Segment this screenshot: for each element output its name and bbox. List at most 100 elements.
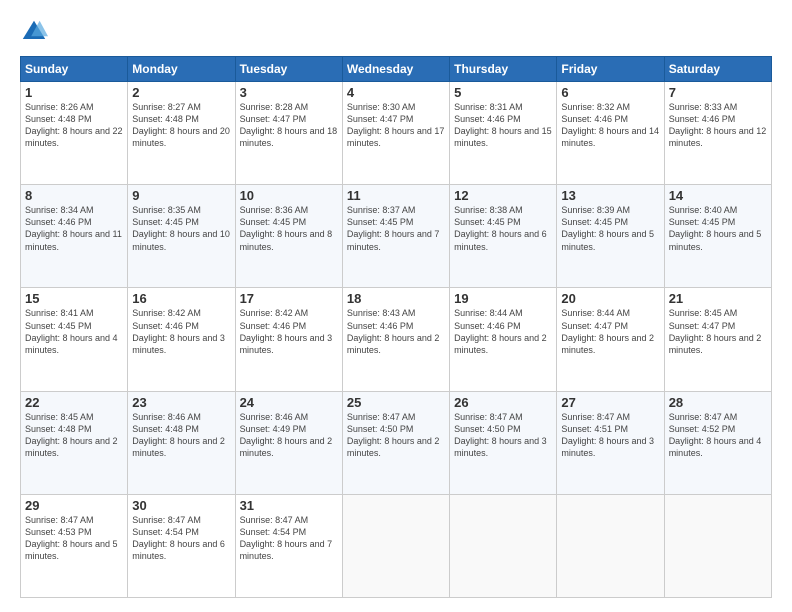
day-info: Sunrise: 8:46 AM Sunset: 4:48 PM Dayligh…	[132, 411, 230, 460]
day-info: Sunrise: 8:31 AM Sunset: 4:46 PM Dayligh…	[454, 101, 552, 150]
day-cell: 3 Sunrise: 8:28 AM Sunset: 4:47 PM Dayli…	[235, 82, 342, 185]
day-cell: 12 Sunrise: 8:38 AM Sunset: 4:45 PM Dayl…	[450, 185, 557, 288]
day-info: Sunrise: 8:30 AM Sunset: 4:47 PM Dayligh…	[347, 101, 445, 150]
day-cell: 8 Sunrise: 8:34 AM Sunset: 4:46 PM Dayli…	[21, 185, 128, 288]
day-number: 26	[454, 395, 552, 410]
day-number: 9	[132, 188, 230, 203]
day-info: Sunrise: 8:47 AM Sunset: 4:50 PM Dayligh…	[347, 411, 445, 460]
day-cell: 24 Sunrise: 8:46 AM Sunset: 4:49 PM Dayl…	[235, 391, 342, 494]
calendar-table: SundayMondayTuesdayWednesdayThursdayFrid…	[20, 56, 772, 598]
header	[20, 18, 772, 46]
day-info: Sunrise: 8:32 AM Sunset: 4:46 PM Dayligh…	[561, 101, 659, 150]
logo-icon	[20, 18, 48, 46]
day-cell	[342, 494, 449, 597]
day-cell: 31 Sunrise: 8:47 AM Sunset: 4:54 PM Dayl…	[235, 494, 342, 597]
day-number: 1	[25, 85, 123, 100]
day-number: 4	[347, 85, 445, 100]
day-info: Sunrise: 8:28 AM Sunset: 4:47 PM Dayligh…	[240, 101, 338, 150]
day-cell: 29 Sunrise: 8:47 AM Sunset: 4:53 PM Dayl…	[21, 494, 128, 597]
day-number: 15	[25, 291, 123, 306]
day-number: 24	[240, 395, 338, 410]
day-cell: 13 Sunrise: 8:39 AM Sunset: 4:45 PM Dayl…	[557, 185, 664, 288]
day-cell: 16 Sunrise: 8:42 AM Sunset: 4:46 PM Dayl…	[128, 288, 235, 391]
day-cell: 21 Sunrise: 8:45 AM Sunset: 4:47 PM Dayl…	[664, 288, 771, 391]
day-number: 29	[25, 498, 123, 513]
day-info: Sunrise: 8:33 AM Sunset: 4:46 PM Dayligh…	[669, 101, 767, 150]
day-cell: 9 Sunrise: 8:35 AM Sunset: 4:45 PM Dayli…	[128, 185, 235, 288]
day-cell: 18 Sunrise: 8:43 AM Sunset: 4:46 PM Dayl…	[342, 288, 449, 391]
day-number: 5	[454, 85, 552, 100]
day-cell: 2 Sunrise: 8:27 AM Sunset: 4:48 PM Dayli…	[128, 82, 235, 185]
day-cell: 19 Sunrise: 8:44 AM Sunset: 4:46 PM Dayl…	[450, 288, 557, 391]
week-row-5: 29 Sunrise: 8:47 AM Sunset: 4:53 PM Dayl…	[21, 494, 772, 597]
week-row-1: 1 Sunrise: 8:26 AM Sunset: 4:48 PM Dayli…	[21, 82, 772, 185]
day-cell: 25 Sunrise: 8:47 AM Sunset: 4:50 PM Dayl…	[342, 391, 449, 494]
day-number: 13	[561, 188, 659, 203]
day-number: 10	[240, 188, 338, 203]
day-info: Sunrise: 8:42 AM Sunset: 4:46 PM Dayligh…	[132, 307, 230, 356]
day-info: Sunrise: 8:26 AM Sunset: 4:48 PM Dayligh…	[25, 101, 123, 150]
day-cell: 20 Sunrise: 8:44 AM Sunset: 4:47 PM Dayl…	[557, 288, 664, 391]
week-row-4: 22 Sunrise: 8:45 AM Sunset: 4:48 PM Dayl…	[21, 391, 772, 494]
day-info: Sunrise: 8:44 AM Sunset: 4:47 PM Dayligh…	[561, 307, 659, 356]
column-header-thursday: Thursday	[450, 57, 557, 82]
day-cell: 26 Sunrise: 8:47 AM Sunset: 4:50 PM Dayl…	[450, 391, 557, 494]
day-number: 18	[347, 291, 445, 306]
day-cell: 23 Sunrise: 8:46 AM Sunset: 4:48 PM Dayl…	[128, 391, 235, 494]
day-info: Sunrise: 8:45 AM Sunset: 4:47 PM Dayligh…	[669, 307, 767, 356]
week-row-3: 15 Sunrise: 8:41 AM Sunset: 4:45 PM Dayl…	[21, 288, 772, 391]
day-cell	[557, 494, 664, 597]
day-cell: 10 Sunrise: 8:36 AM Sunset: 4:45 PM Dayl…	[235, 185, 342, 288]
column-header-saturday: Saturday	[664, 57, 771, 82]
day-cell	[450, 494, 557, 597]
day-info: Sunrise: 8:47 AM Sunset: 4:53 PM Dayligh…	[25, 514, 123, 563]
day-info: Sunrise: 8:47 AM Sunset: 4:52 PM Dayligh…	[669, 411, 767, 460]
day-cell	[664, 494, 771, 597]
day-cell: 7 Sunrise: 8:33 AM Sunset: 4:46 PM Dayli…	[664, 82, 771, 185]
day-cell: 22 Sunrise: 8:45 AM Sunset: 4:48 PM Dayl…	[21, 391, 128, 494]
day-number: 6	[561, 85, 659, 100]
day-info: Sunrise: 8:36 AM Sunset: 4:45 PM Dayligh…	[240, 204, 338, 253]
column-header-tuesday: Tuesday	[235, 57, 342, 82]
day-info: Sunrise: 8:47 AM Sunset: 4:54 PM Dayligh…	[132, 514, 230, 563]
day-info: Sunrise: 8:44 AM Sunset: 4:46 PM Dayligh…	[454, 307, 552, 356]
day-info: Sunrise: 8:47 AM Sunset: 4:51 PM Dayligh…	[561, 411, 659, 460]
day-info: Sunrise: 8:46 AM Sunset: 4:49 PM Dayligh…	[240, 411, 338, 460]
day-cell: 6 Sunrise: 8:32 AM Sunset: 4:46 PM Dayli…	[557, 82, 664, 185]
page: SundayMondayTuesdayWednesdayThursdayFrid…	[0, 0, 792, 612]
calendar-body: 1 Sunrise: 8:26 AM Sunset: 4:48 PM Dayli…	[21, 82, 772, 598]
column-header-monday: Monday	[128, 57, 235, 82]
day-info: Sunrise: 8:41 AM Sunset: 4:45 PM Dayligh…	[25, 307, 123, 356]
day-number: 11	[347, 188, 445, 203]
day-cell: 14 Sunrise: 8:40 AM Sunset: 4:45 PM Dayl…	[664, 185, 771, 288]
day-number: 2	[132, 85, 230, 100]
day-cell: 4 Sunrise: 8:30 AM Sunset: 4:47 PM Dayli…	[342, 82, 449, 185]
column-header-sunday: Sunday	[21, 57, 128, 82]
day-cell: 28 Sunrise: 8:47 AM Sunset: 4:52 PM Dayl…	[664, 391, 771, 494]
day-info: Sunrise: 8:42 AM Sunset: 4:46 PM Dayligh…	[240, 307, 338, 356]
day-info: Sunrise: 8:35 AM Sunset: 4:45 PM Dayligh…	[132, 204, 230, 253]
day-number: 3	[240, 85, 338, 100]
day-number: 7	[669, 85, 767, 100]
week-row-2: 8 Sunrise: 8:34 AM Sunset: 4:46 PM Dayli…	[21, 185, 772, 288]
day-number: 20	[561, 291, 659, 306]
day-number: 21	[669, 291, 767, 306]
day-cell: 1 Sunrise: 8:26 AM Sunset: 4:48 PM Dayli…	[21, 82, 128, 185]
day-number: 31	[240, 498, 338, 513]
day-info: Sunrise: 8:47 AM Sunset: 4:54 PM Dayligh…	[240, 514, 338, 563]
day-number: 28	[669, 395, 767, 410]
day-info: Sunrise: 8:43 AM Sunset: 4:46 PM Dayligh…	[347, 307, 445, 356]
day-cell: 5 Sunrise: 8:31 AM Sunset: 4:46 PM Dayli…	[450, 82, 557, 185]
day-number: 27	[561, 395, 659, 410]
day-number: 8	[25, 188, 123, 203]
day-number: 12	[454, 188, 552, 203]
day-number: 14	[669, 188, 767, 203]
day-number: 16	[132, 291, 230, 306]
day-cell: 17 Sunrise: 8:42 AM Sunset: 4:46 PM Dayl…	[235, 288, 342, 391]
day-info: Sunrise: 8:45 AM Sunset: 4:48 PM Dayligh…	[25, 411, 123, 460]
day-cell: 11 Sunrise: 8:37 AM Sunset: 4:45 PM Dayl…	[342, 185, 449, 288]
day-cell: 15 Sunrise: 8:41 AM Sunset: 4:45 PM Dayl…	[21, 288, 128, 391]
day-info: Sunrise: 8:40 AM Sunset: 4:45 PM Dayligh…	[669, 204, 767, 253]
day-info: Sunrise: 8:37 AM Sunset: 4:45 PM Dayligh…	[347, 204, 445, 253]
day-cell: 27 Sunrise: 8:47 AM Sunset: 4:51 PM Dayl…	[557, 391, 664, 494]
